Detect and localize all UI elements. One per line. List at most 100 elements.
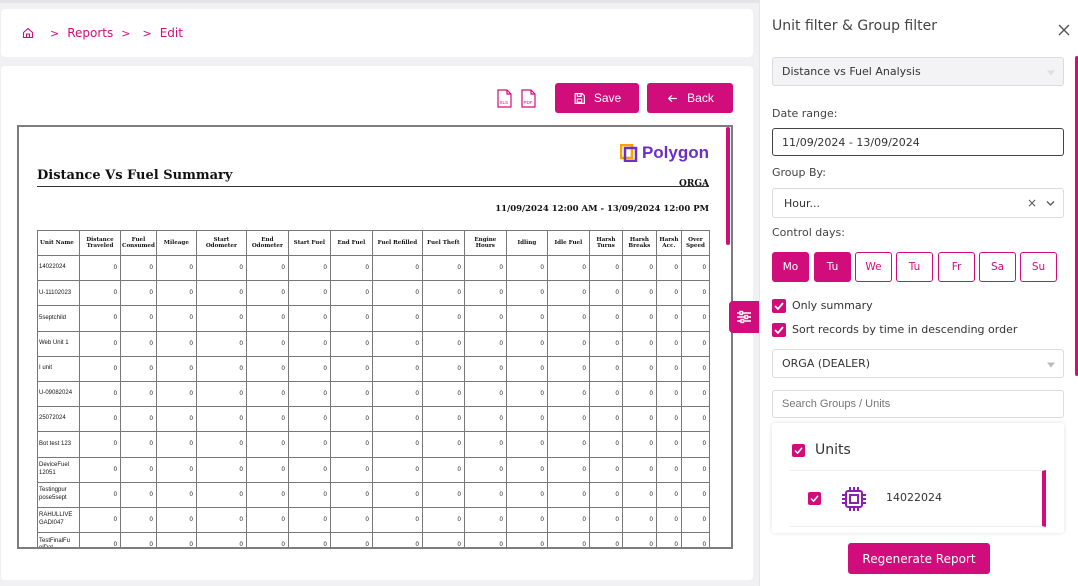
unit-name-cell: RAHULLIVE GADI047	[37, 506, 80, 534]
check-icon	[774, 302, 784, 310]
day-toggle[interactable]: Tu	[896, 252, 933, 282]
day-toggle[interactable]: We	[855, 252, 892, 282]
report-type-value: Distance vs Fuel Analysis	[782, 65, 921, 78]
only-summary-label: Only summary	[792, 299, 873, 312]
table-cell: 0	[195, 532, 247, 547]
table-cell: 0	[120, 532, 157, 547]
table-cell: 0	[79, 254, 121, 282]
table-cell: 0	[421, 280, 465, 307]
table-cell: 0	[621, 380, 657, 408]
table-cell: 0	[655, 305, 682, 332]
table-cell: 0	[329, 330, 373, 357]
table-cell: 0	[245, 280, 289, 307]
table-cell: 0	[505, 355, 548, 382]
date-range-input[interactable]: 11/09/2024 - 13/09/2024	[772, 128, 1064, 156]
table-row: TestFinalFu elDat 0 0 0 0 0 0 0 0 0 0 0 0 0 0 0 0	[37, 532, 711, 547]
table-cell: 0	[287, 456, 331, 483]
org-select[interactable]: ORGA (DEALER)	[772, 349, 1064, 378]
table-cell: 0	[588, 330, 623, 357]
pdf-export-icon[interactable]: PDF	[520, 89, 537, 108]
only-summary-checkbox[interactable]	[772, 299, 786, 313]
xls-export-icon[interactable]: XLS	[496, 89, 513, 108]
unit-name-cell: U-09082024	[37, 380, 80, 408]
table-cell: 0	[505, 254, 548, 282]
table-cell: 0	[195, 305, 247, 332]
table-cell: 0	[329, 280, 373, 307]
table-cell: 0	[287, 305, 331, 332]
table-cell: 0	[621, 254, 657, 282]
table-cell: 0	[505, 506, 548, 534]
table-cell: 0	[546, 456, 590, 483]
table-cell: 0	[621, 456, 657, 483]
save-button[interactable]: Save	[555, 83, 639, 113]
unit-name-cell: 5septchild	[37, 305, 80, 332]
unit-item[interactable]: 14022024	[790, 470, 1046, 527]
table-cell: 0	[195, 506, 247, 534]
search-groups-input[interactable]	[772, 390, 1064, 418]
table-cell: 0	[120, 380, 157, 408]
report-title: Distance Vs Fuel Summary	[37, 168, 233, 183]
table-row: RAHULLIVE GADI047 0 0 0 0 0 0 0 0 0 0 0 0 0 0 0 0	[37, 506, 711, 534]
group-by-label: Group By:	[772, 166, 826, 179]
table-cell: 0	[245, 380, 289, 408]
table-cell: 0	[245, 305, 289, 332]
xls-label: XLS	[500, 100, 509, 105]
panel-title: Unit filter & Group filter	[772, 18, 937, 34]
clear-icon[interactable]: ×	[1027, 196, 1037, 210]
column-header: Harsh Turns	[588, 230, 623, 256]
day-toggle[interactable]: Sa	[979, 252, 1016, 282]
table-cell: 0	[463, 532, 507, 547]
regenerate-report-button[interactable]: Regenerate Report	[848, 543, 990, 574]
breadcrumb: > Reports > > Edit	[1, 9, 753, 57]
table-cell: 0	[329, 406, 373, 433]
table-cell: 0	[79, 456, 121, 483]
table-cell: 0	[655, 532, 682, 547]
home-icon[interactable]	[22, 27, 34, 39]
day-toggle[interactable]: Su	[1020, 252, 1057, 282]
table-row: Bot test 123 0 0 0 0 0 0 0 0 0 0 0 0 0 0 0 0	[37, 431, 711, 458]
table-cell: 0	[546, 355, 590, 382]
table-cell: 0	[195, 280, 247, 307]
group-by-select[interactable]: Hour... ×	[772, 188, 1064, 218]
table-cell: 0	[621, 330, 657, 357]
table-cell: 0	[287, 380, 331, 408]
table-cell: 0	[120, 481, 157, 508]
unit-name-cell: U-11102023	[37, 280, 80, 307]
chevron-down-icon	[1046, 197, 1055, 210]
table-cell: 0	[195, 481, 247, 508]
day-toggle[interactable]: Tu	[814, 252, 851, 282]
back-button[interactable]: Back	[647, 83, 733, 113]
group-by-value: Hour...	[784, 196, 820, 210]
table-cell: 0	[155, 406, 197, 433]
day-toggle[interactable]: Fr	[938, 252, 975, 282]
table-cell: 0	[329, 532, 373, 547]
org-value: ORGA (DEALER)	[782, 357, 871, 370]
table-cell: 0	[287, 481, 331, 508]
report-preview[interactable]: Polygon Distance Vs Fuel Summary ORGA 11…	[17, 125, 733, 549]
unit-checkbox[interactable]	[808, 492, 821, 505]
close-icon[interactable]	[1058, 21, 1072, 36]
sort-desc-checkbox[interactable]	[772, 323, 786, 337]
table-cell: 0	[546, 330, 590, 357]
report-table: Unit Name Distance Traveled Fuel Consumed M…	[37, 230, 711, 547]
units-checkbox[interactable]	[792, 443, 805, 457]
report-date-range: 11/09/2024 12:00 AM - 13/09/2024 12:00 P…	[495, 204, 709, 214]
filter-toggle-button[interactable]	[729, 301, 759, 333]
table-cell: 0	[245, 406, 289, 433]
table-cell: 0	[120, 305, 157, 332]
table-cell: 0	[421, 532, 465, 547]
table-cell: 0	[329, 481, 373, 508]
day-toggle[interactable]: Mo	[772, 252, 809, 282]
table-cell: 0	[245, 330, 289, 357]
table-cell: 0	[245, 532, 289, 547]
column-header: Fuel Theft	[421, 230, 465, 256]
preview-scrollbar[interactable]	[726, 127, 730, 245]
table-cell: 0	[371, 431, 423, 458]
column-header: Start Odometer	[195, 230, 247, 256]
table-cell: 0	[655, 254, 682, 282]
table-cell: 0	[546, 305, 590, 332]
breadcrumb-reports[interactable]: Reports	[67, 26, 113, 40]
table-cell: 0	[463, 355, 507, 382]
report-type-select[interactable]: Distance vs Fuel Analysis	[772, 57, 1064, 86]
chevron-down-icon	[1047, 357, 1055, 370]
